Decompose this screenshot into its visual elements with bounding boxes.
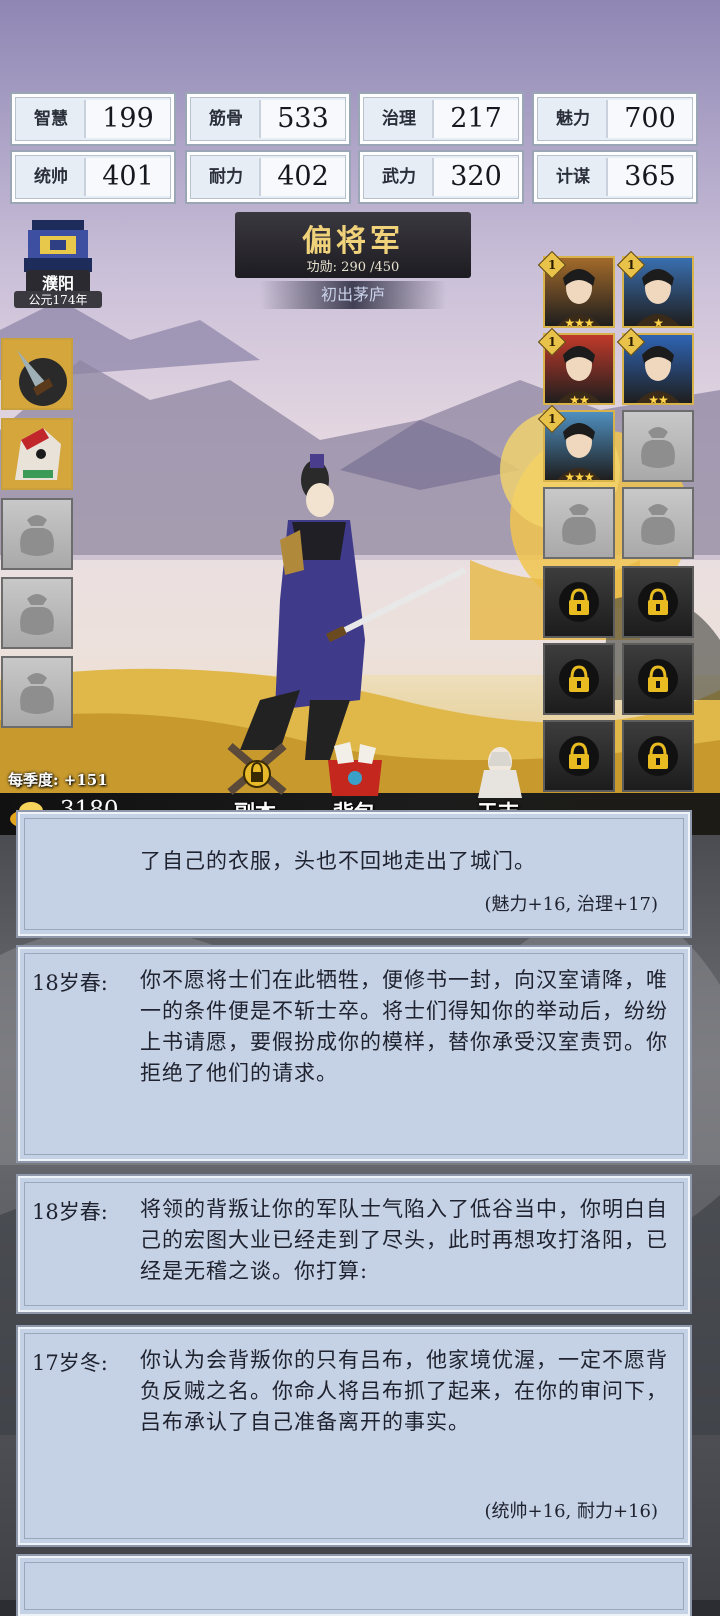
stat-value: 365 [606,158,692,196]
companion-slot[interactable]: 1 ★★ [537,327,615,407]
stat-box: 武力 320 [358,150,524,204]
empty-equipment-slot[interactable] [1,656,73,728]
stat-box: 统帅 401 [10,150,176,204]
stat-box: 治理 217 [358,92,524,146]
stat-value: 401 [84,158,170,196]
stat-label: 智慧 [34,109,68,129]
log-entry: 18岁春: 你不愿将士们在此牺牲，便修书一封，向汉室请降，唯一的条件便是不斩士卒… [18,947,690,1161]
companion-stars: ★★★ [564,316,594,330]
empty-equipment-slot[interactable] [1,498,73,570]
log-entry: 17岁冬: 你认为会背叛你的只有吕布，他家境优渥，一定不愿背负反贼之名。你命人将… [18,1327,690,1545]
bag-icon [20,673,54,714]
companion-stars: ★★★ [564,470,594,484]
companion-stars: ★ [653,316,664,330]
city-year: 公元174年 [14,291,102,308]
blade-weapon-icon [17,350,67,406]
backpack-icon [328,742,382,796]
stat-label: 魅力 [556,109,590,129]
dungeon-button[interactable] [224,740,290,798]
log-entry: 18岁春: 将领的背叛让你的军队士气陷入了低谷当中，你明白自己的宏图大业已经走到… [18,1176,690,1312]
companion-stars: ★★ [569,393,590,407]
rank-subtitle: 初出茅庐 [260,281,446,309]
stat-value: 533 [259,100,345,138]
log-entry: 了自己的衣服，头也不回地走出了城门。 (魅力+16, 治理+17) [18,812,690,936]
stat-box: 魅力 700 [532,92,698,146]
rank-plaque[interactable]: 偏将军 功勋: 290 /450 [235,212,471,278]
locked-slot[interactable] [543,566,615,638]
locked-slot[interactable] [622,720,694,792]
log-age: 18岁春: [32,1200,108,1224]
stat-label: 统帅 [34,167,68,187]
companion-slot[interactable]: 1 ★★★ [537,250,615,330]
stat-value: 217 [432,100,518,138]
padlock-icon [559,659,599,699]
log-entry [18,1556,690,1616]
bag-icon [641,504,675,545]
sage-portrait-icon [478,747,522,798]
log-text: 你认为会背叛你的只有吕布，他家境优渥，一定不愿背负反贼之名。你命人将吕布抓了起来… [140,1348,668,1434]
rank-title: 偏将军 [302,224,404,259]
stat-box: 耐力 402 [185,150,351,204]
merit-progress: 功勋: 290 /450 [306,260,400,275]
log-text: 了自己的衣服，头也不回地走出了城门。 [140,849,536,873]
log-text: 你不愿将士们在此牺牲，便修书一封，向汉室请降，唯一的条件便是不斩士卒。将士们得知… [140,968,668,1085]
locked-slot[interactable] [622,643,694,715]
stat-label: 武力 [382,167,416,187]
season-income: 每季度: +151 [8,771,108,789]
stat-box: 筋骨 533 [185,92,351,146]
stat-value: 199 [84,100,170,138]
empty-companion-slot[interactable] [543,487,615,559]
padlock-icon [638,659,678,699]
padlock-icon [638,736,678,776]
companion-slot[interactable]: 1 ★★★ [537,404,615,484]
log-text: 将领的背叛让你的军队士气陷入了低谷当中，你明白自己的宏图大业已经走到了尽头，此时… [140,1197,668,1283]
locked-slot[interactable] [622,566,694,638]
stat-label: 治理 [382,109,416,129]
padlock-icon [559,582,599,622]
equipment-slot-weapon[interactable] [1,338,73,410]
padlock-icon [559,736,599,776]
bag-icon [641,427,675,468]
stat-label: 计谋 [556,167,590,187]
locked-slot[interactable] [543,643,615,715]
empty-companion-slot[interactable] [622,410,694,482]
companion-slot[interactable]: 1 ★★ [616,327,694,407]
bag-icon [20,515,54,556]
companion-stars: ★★ [648,393,669,407]
city-gate-icon [24,220,92,272]
stat-label: 耐力 [209,167,243,187]
bag-icon [562,504,596,545]
stat-label: 筋骨 [209,109,243,129]
companion-slot[interactable]: 1 ★ [616,250,694,330]
empty-equipment-slot[interactable] [1,577,73,649]
bag-icon [20,594,54,635]
stat-value: 402 [259,158,345,196]
log-effect: (统帅+16, 耐力+16) [484,1501,658,1522]
empty-companion-slot[interactable] [622,487,694,559]
log-age: 18岁春: [32,971,108,995]
log-effect: (魅力+16, 治理+17) [484,894,658,915]
stat-value: 320 [432,158,518,196]
stat-value: 700 [606,100,692,138]
bag-button[interactable] [320,740,390,798]
locked-slot[interactable] [543,720,615,792]
stat-box: 智慧 199 [10,92,176,146]
stat-box: 计谋 365 [532,150,698,204]
padlock-icon [638,582,678,622]
war-horse-icon [15,428,61,480]
log-age: 17岁冬: [32,1351,108,1375]
crossed-swords-icon [227,742,287,796]
equipment-slot-mount[interactable] [1,418,73,490]
character-button[interactable] [470,740,530,798]
